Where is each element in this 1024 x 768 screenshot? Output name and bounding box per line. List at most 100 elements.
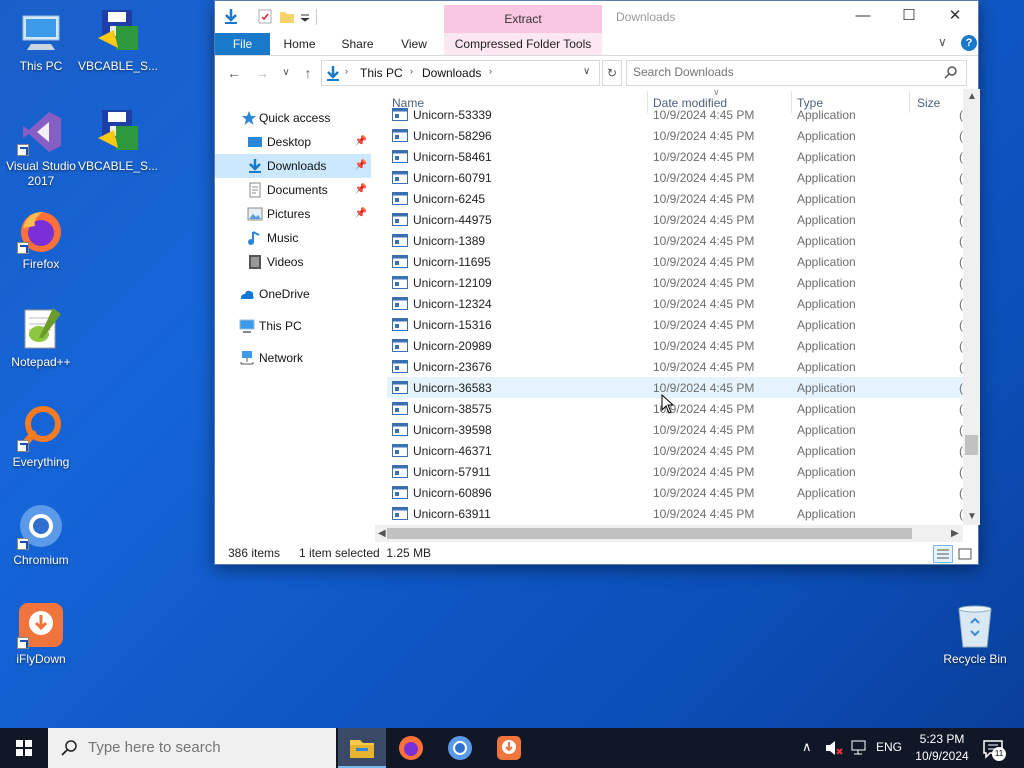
address-dropdown-chevron-icon[interactable]: ∨ [583, 66, 590, 77]
qat-dropdown-icon[interactable] [297, 7, 313, 25]
pin-icon[interactable]: 📌 [355, 160, 367, 171]
search-icon[interactable] [944, 65, 958, 82]
table-row[interactable]: Unicorn-63911 10/9/2024 4:45 PM Applicatio… [387, 503, 963, 524]
show-hidden-icons-chevron-icon[interactable]: ∧ [802, 739, 812, 768]
details-view-icon[interactable] [933, 545, 953, 563]
iflydown-icon [497, 736, 521, 760]
notification-center-icon[interactable]: 11 [982, 738, 1006, 768]
nav-documents[interactable]: Documents 📌 [215, 178, 371, 202]
minimize-button[interactable]: — [840, 1, 886, 31]
help-icon[interactable]: ? [961, 35, 977, 51]
table-row[interactable]: Unicorn-6245 10/9/2024 4:45 PM Application… [387, 188, 963, 209]
desktop-icon-this-pc[interactable]: This PC [0, 4, 82, 100]
table-row[interactable]: Unicorn-1389 10/9/2024 4:45 PM Application… [387, 230, 963, 251]
taskbar-chromium[interactable] [436, 728, 484, 768]
desktop-icon-iflydown[interactable]: iFlyDown [0, 597, 82, 693]
new-folder-icon[interactable] [279, 7, 295, 25]
table-row[interactable]: Unicorn-15316 10/9/2024 4:45 PM Applicatio… [387, 314, 963, 335]
nav-music[interactable]: Music [215, 226, 371, 250]
desktop-icon-chromium[interactable]: Chromium [0, 498, 82, 594]
table-row[interactable]: Unicorn-20989 10/9/2024 4:45 PM Applicatio… [387, 335, 963, 356]
taskbar-iflydown[interactable] [485, 728, 533, 768]
table-row[interactable]: Unicorn-57911 10/9/2024 4:45 PM Applicatio… [387, 461, 963, 482]
tab-home[interactable]: Home [277, 33, 322, 55]
properties-icon[interactable] [257, 7, 273, 25]
tab-view[interactable]: View [393, 33, 435, 55]
refresh-icon[interactable]: ↻ [602, 60, 622, 86]
maximize-button[interactable]: ☐ [886, 1, 932, 31]
scroll-up-arrow-icon[interactable]: ▲ [967, 91, 977, 102]
taskbar-search-input[interactable] [88, 739, 318, 756]
pin-icon[interactable]: 📌 [355, 184, 367, 195]
start-button[interactable] [0, 728, 48, 768]
table-row[interactable]: Unicorn-23676 10/9/2024 4:45 PM Applicatio… [387, 356, 963, 377]
application-file-icon [392, 129, 408, 142]
nav-network[interactable]: Network [215, 346, 371, 370]
recent-locations-chevron-icon[interactable]: ∨ [275, 62, 297, 84]
desktop-icon-vbcable-2[interactable]: VBCABLE_S... [77, 104, 159, 200]
nav-videos[interactable]: Videos [215, 250, 371, 274]
ribbon-expand-chevron-icon[interactable]: ∨ [938, 35, 947, 49]
file-type: Application [797, 213, 856, 227]
language-indicator[interactable]: ENG [876, 740, 902, 768]
table-row[interactable]: Unicorn-53339 10/9/2024 4:45 PM Applicatio… [387, 104, 963, 125]
pin-icon[interactable]: 📌 [355, 208, 367, 219]
vertical-scroll-thumb[interactable] [965, 435, 978, 455]
tab-share[interactable]: Share [335, 33, 380, 55]
vertical-scrollbar[interactable]: ▲ ▼ [963, 89, 980, 525]
table-row[interactable]: Unicorn-58461 10/9/2024 4:45 PM Applicatio… [387, 146, 963, 167]
table-row[interactable]: Unicorn-60791 10/9/2024 4:45 PM Applicatio… [387, 167, 963, 188]
table-row[interactable]: Unicorn-12324 10/9/2024 4:45 PM Applicatio… [387, 293, 963, 314]
file-name: Unicorn-23676 [413, 360, 492, 374]
table-row[interactable]: Unicorn-60896 10/9/2024 4:45 PM Applicatio… [387, 482, 963, 503]
taskbar-search-box[interactable] [48, 728, 336, 768]
download-arrow-icon[interactable] [223, 7, 239, 25]
table-row[interactable]: Unicorn-44975 10/9/2024 4:45 PM Applicatio… [387, 209, 963, 230]
breadcrumb-this-pc[interactable]: This PC [360, 66, 403, 80]
table-row[interactable]: Unicorn-38575 10/9/2024 4:45 PM Applicatio… [387, 398, 963, 419]
address-bar[interactable]: › This PC › Downloads › ∨ [321, 60, 600, 86]
large-icons-view-icon[interactable] [957, 546, 973, 562]
table-row[interactable]: Unicorn-39598 10/9/2024 4:45 PM Applicatio… [387, 419, 963, 440]
clock[interactable]: 5:23 PM 10/9/2024 [906, 731, 978, 765]
taskbar-file-explorer[interactable] [338, 728, 386, 768]
desktop-icon-visual-studio[interactable]: Visual Studio 2017 [0, 104, 82, 200]
volume-muted-icon[interactable] [824, 738, 844, 768]
scroll-left-arrow-icon[interactable]: ◀ [378, 528, 386, 539]
file-date: 10/9/2024 4:45 PM [653, 507, 755, 521]
up-arrow-icon[interactable]: ↑ [297, 62, 319, 84]
close-button[interactable]: ✕ [932, 1, 978, 31]
search-input[interactable] [633, 65, 933, 79]
extract-context-tab[interactable]: Extract [444, 5, 602, 33]
back-arrow-icon[interactable]: ← [223, 62, 245, 84]
network-status-icon[interactable] [849, 738, 869, 768]
nav-onedrive[interactable]: OneDrive [215, 282, 371, 306]
desktop-icon-recycle-bin[interactable]: Recycle Bin [934, 597, 1016, 693]
table-row[interactable]: Unicorn-11695 10/9/2024 4:45 PM Applicatio… [387, 251, 963, 272]
forward-arrow-icon[interactable]: → [251, 62, 273, 84]
nav-pictures[interactable]: Pictures 📌 [215, 202, 371, 226]
table-row[interactable]: Unicorn-46371 10/9/2024 4:45 PM Applicatio… [387, 440, 963, 461]
tab-compressed-folder-tools[interactable]: Compressed Folder Tools [444, 33, 602, 55]
table-row[interactable]: Unicorn-36583 10/9/2024 4:45 PM Applicatio… [387, 377, 963, 398]
pin-icon[interactable]: 📌 [355, 136, 367, 147]
file-type: Application [797, 150, 856, 164]
desktop-icon-firefox[interactable]: Firefox [0, 202, 82, 298]
scroll-down-arrow-icon[interactable]: ▼ [967, 511, 977, 522]
table-row[interactable]: Unicorn-12109 10/9/2024 4:45 PM Applicatio… [387, 272, 963, 293]
taskbar-firefox[interactable] [387, 728, 435, 768]
search-box[interactable] [626, 60, 967, 86]
scroll-right-arrow-icon[interactable]: ▶ [951, 528, 959, 539]
horizontal-scroll-thumb[interactable] [387, 528, 912, 539]
nav-desktop[interactable]: Desktop 📌 [215, 130, 371, 154]
breadcrumb-downloads[interactable]: Downloads [422, 66, 481, 80]
nav-this-pc[interactable]: This PC [215, 314, 371, 338]
desktop-icon-everything[interactable]: Everything [0, 400, 82, 496]
nav-quick-access[interactable]: Quick access [215, 106, 371, 130]
desktop-icon-vbcable-1[interactable]: VBCABLE_S... [77, 4, 159, 100]
desktop-icon-notepadpp[interactable]: Notepad++ [0, 300, 82, 396]
table-row[interactable]: Unicorn-58296 10/9/2024 4:45 PM Applicatio… [387, 125, 963, 146]
tab-file[interactable]: File [215, 33, 270, 55]
nav-downloads[interactable]: Downloads 📌 [215, 154, 371, 178]
horizontal-scrollbar[interactable]: ◀ ▶ [375, 525, 963, 542]
